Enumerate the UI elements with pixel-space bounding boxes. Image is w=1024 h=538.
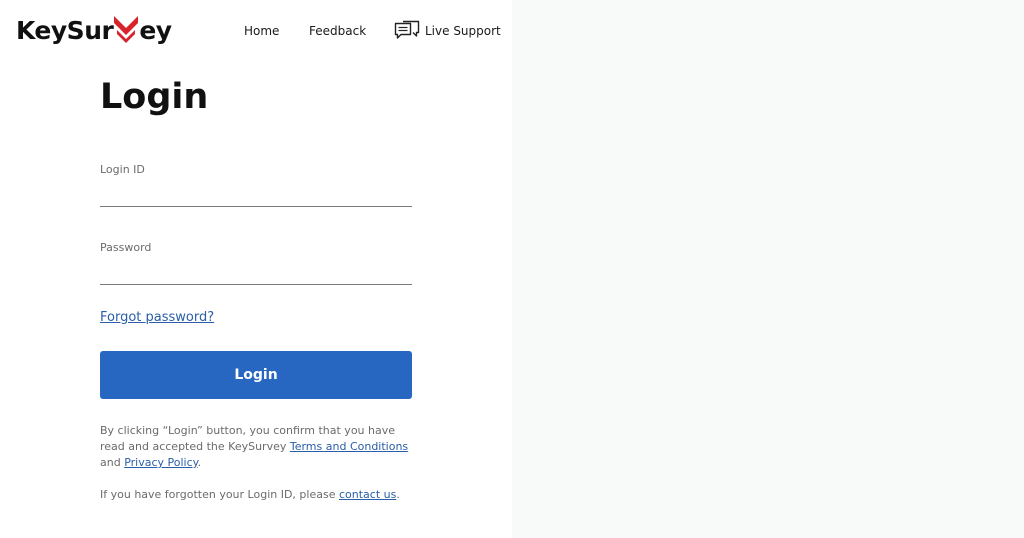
terms-link[interactable]: Terms and Conditions [290,440,408,453]
forgot-password-link[interactable]: Forgot password? [100,310,214,325]
logo-text-part2: ey [139,16,172,45]
login-id-label: Login ID [100,163,145,176]
forgot-id-text: If you have forgotten your Login ID, ple… [100,488,339,501]
page-title: Login [100,77,209,117]
header: KeySur ey Home Feedback Live Support [0,0,512,62]
consent-period: . [197,456,202,469]
contact-us-link[interactable]: contact us [339,488,396,501]
keysurvey-logo[interactable]: KeySur ey [16,16,172,46]
login-button[interactable]: Login [100,351,412,399]
chat-bubbles-icon [394,20,420,42]
logo-chevron-icon [113,14,139,44]
side-panel [512,0,1024,538]
logo-text-part1: KeySur [16,16,114,45]
consent-and: and [100,456,125,469]
nav-home-link[interactable]: Home [244,24,279,38]
nav-home[interactable]: Home [244,20,279,42]
login-id-input[interactable] [100,181,412,207]
privacy-policy-link[interactable]: Privacy Policy [124,456,197,469]
password-input[interactable] [100,259,412,285]
nav-feedback-link[interactable]: Feedback [309,24,366,38]
forgot-login-id-text: If you have forgotten your Login ID, ple… [100,487,430,503]
password-label: Password [100,241,152,254]
nav-live-support[interactable]: Live Support [394,20,501,42]
forgot-id-period: . [396,488,400,501]
nav-live-support-link[interactable]: Live Support [425,24,501,38]
consent-text: By clicking “Login” button, you confirm … [100,423,412,471]
nav-feedback[interactable]: Feedback [309,20,366,42]
